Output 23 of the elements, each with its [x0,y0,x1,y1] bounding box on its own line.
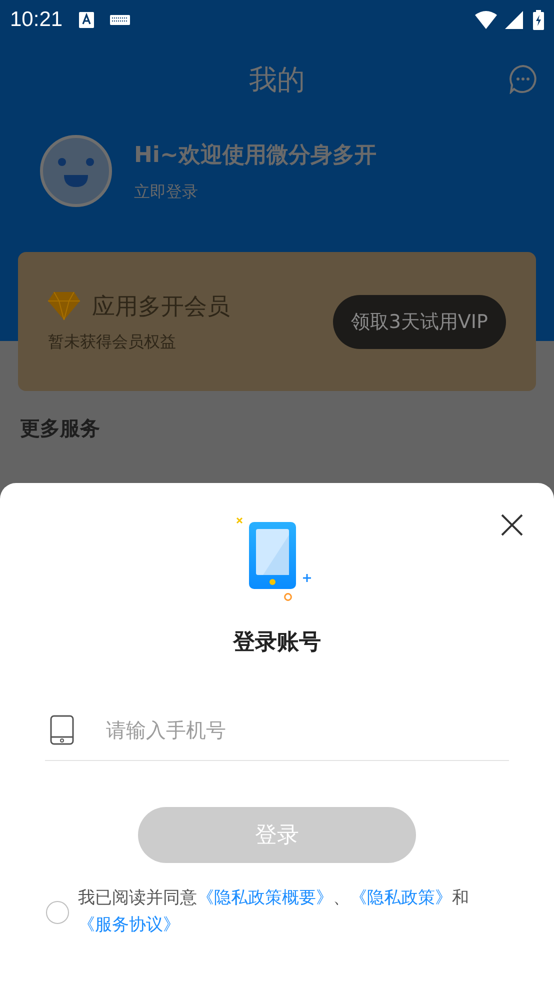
battery-icon [533,10,544,30]
keyboard-icon [110,15,130,25]
phone-icon [50,714,74,744]
keyboard-lang-icon [78,12,94,28]
sheet-title: 登录账号 [233,629,321,657]
signal-icon [505,11,523,29]
policy-link[interactable]: 《服务协议》 [78,915,180,935]
login-link[interactable]: 立即登录 [134,182,376,202]
agreement-text: 我已阅读并同意《隐私政策概要》、《隐私政策》和 《服务协议》 [78,887,470,937]
message-button[interactable] [508,64,538,94]
status-time: 10:21 [10,8,63,32]
policy-link[interactable]: 《隐私政策概要》 [197,888,333,908]
phone-input-field[interactable]: 请输入手机号 [104,716,509,742]
smiley-avatar [40,135,112,207]
close-button[interactable] [500,513,524,537]
trial-vip-button[interactable]: 领取3天试用VIP [332,294,506,348]
policy-link[interactable]: 《隐私政策》 [350,888,452,908]
page-title: 我的 [249,62,305,98]
greeting-text: Hi~欢迎使用微分身多开 [134,142,376,170]
diamond-icon [48,292,80,320]
wifi-icon [475,11,497,29]
agree-radio[interactable] [46,900,69,924]
section-title: 更多服务 [19,415,101,442]
